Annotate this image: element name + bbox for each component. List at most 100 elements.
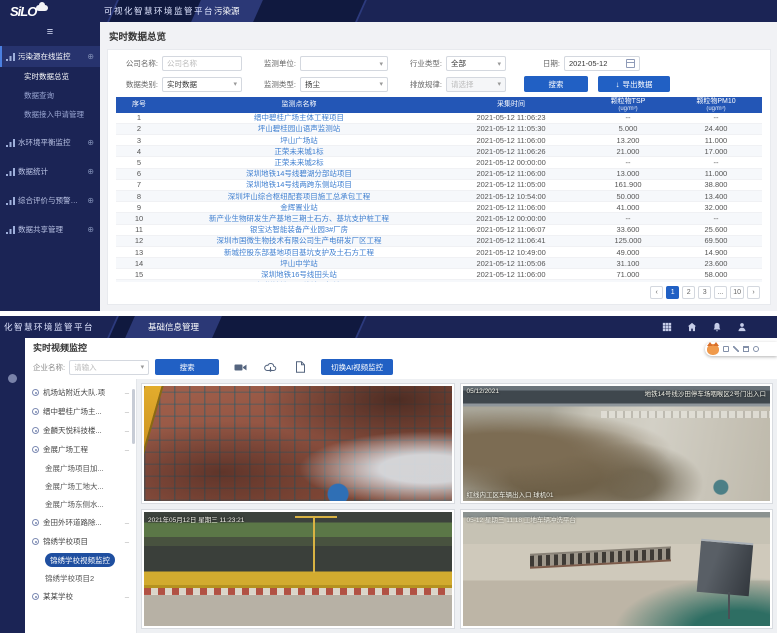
site-name-link[interactable]: 坪山广场站: [162, 135, 436, 146]
site-name-link[interactable]: 新城控股东部基地项目基坑支护及土石方工程: [162, 247, 436, 258]
tree-node[interactable]: 机场站附近大队.项–: [32, 383, 132, 402]
collect-time: 2021-05-12 11:05:06: [436, 259, 586, 268]
camera-node-icon: [32, 519, 39, 526]
prev-page-button[interactable]: ‹: [650, 286, 663, 299]
site-name-link[interactable]: 正荣未来城1标: [162, 146, 436, 157]
collapse-icon[interactable]: –: [125, 518, 132, 527]
collapse-icon[interactable]: –: [125, 407, 132, 416]
site-name-link[interactable]: 金辉置业站: [162, 202, 436, 213]
user-icon[interactable]: [737, 322, 747, 332]
sidebar-toggle-icon[interactable]: [8, 374, 17, 383]
expand-toggle-icon[interactable]: ⊕: [87, 196, 96, 205]
grid-menu-icon[interactable]: [662, 322, 672, 332]
site-name-link[interactable]: 深圳地铁16号线田头站: [162, 269, 436, 280]
tree-leaf[interactable]: 金展广场工地大...: [32, 477, 132, 495]
page-button[interactable]: 10: [730, 286, 744, 299]
table-row: 4正荣未来城1标2021-05-12 11:06:2621.00017.000: [116, 146, 762, 157]
search-button[interactable]: 搜索: [524, 76, 588, 92]
tree-leaf[interactable]: 金展广场项目加...: [32, 459, 132, 477]
row-index: 8: [116, 192, 162, 201]
tree-leaf[interactable]: 锦绣学校项目2: [32, 569, 132, 587]
tree-node[interactable]: 金展广场工程–: [32, 440, 132, 459]
next-page-button[interactable]: ›: [747, 286, 760, 299]
export-data-button[interactable]: ↓ 导出数据: [598, 76, 670, 92]
site-name-link[interactable]: 深圳地铁14号线两跨东侧站项目: [162, 179, 436, 190]
video-tile-3[interactable]: 2021年05月12日 星期三 11:23:21: [141, 509, 455, 630]
collapse-icon[interactable]: –: [125, 592, 132, 601]
capture-profile-icon[interactable]: [753, 346, 759, 352]
osd-location-text: 红线内工区车辆出入口 球机01: [467, 489, 554, 499]
expand-toggle-icon[interactable]: ⊕: [87, 138, 96, 147]
page-button[interactable]: 3: [698, 286, 711, 299]
filter-row-1: 公司名称: 监测单位: ▾ 行业类型:: [116, 56, 762, 71]
bar-chart-icon: [6, 197, 15, 205]
expand-toggle-icon[interactable]: ⊕: [87, 225, 96, 234]
tree-leaf[interactable]: 锦绣学校视频监控: [32, 551, 132, 569]
sidebar-group[interactable]: 水环境平衡监控⊕: [0, 132, 100, 153]
sidebar-subitem[interactable]: 实时数据总览: [0, 67, 100, 86]
site-name-link[interactable]: 正荣未来城2标: [162, 157, 436, 168]
sidebar-group[interactable]: 污染源在线监控⊕: [0, 46, 100, 67]
video-camera-icon[interactable]: [231, 360, 249, 375]
site-name-link[interactable]: 深圳坪山综合枢纽配套项目施工总承包工程: [162, 191, 436, 202]
collapse-icon[interactable]: –: [125, 388, 132, 397]
tree-node[interactable]: 某某学校–: [32, 587, 132, 606]
site-name-link[interactable]: 坪山中学站: [162, 258, 436, 269]
bell-icon[interactable]: [712, 322, 722, 332]
sidebar-group[interactable]: 综合评价与预警管理⊕: [0, 190, 100, 211]
video-tile-4[interactable]: 05-12 星期三 11:18 工地车辆冲洗平台: [460, 509, 774, 630]
video-tile-1[interactable]: [141, 383, 455, 504]
emission-rule-select[interactable]: 请选择 ▾: [446, 77, 506, 92]
expand-toggle-icon[interactable]: ⊕: [87, 167, 96, 176]
site-name-link[interactable]: 缙中碧桂广场主体工程项目: [162, 113, 436, 124]
sidebar-subitem[interactable]: 数据接入申请管理: [0, 105, 100, 124]
site-name-link[interactable]: 银宝达智能装备产业园3#厂房: [162, 224, 436, 235]
tree-node[interactable]: 金麟天悦科技楼...–: [32, 421, 132, 440]
tree-leaf[interactable]: 金展广场东侧水...: [32, 495, 132, 513]
tree-node[interactable]: 缙中碧桂广场主...–: [32, 402, 132, 421]
site-name-link[interactable]: 深圳地铁14号线碧湖分部站项目: [162, 168, 436, 179]
collect-time: 2021-05-12 11:06:07: [436, 225, 586, 234]
switch-ai-video-button[interactable]: 切换AI视频监控: [321, 359, 393, 375]
site-name-link[interactable]: 深圳市国微生物技术有限公司生产电研发厂区工程: [162, 235, 436, 246]
document-icon[interactable]: [291, 360, 309, 375]
column-unit: (ug/m³): [670, 106, 762, 113]
sidebar-subitem[interactable]: 数据查询: [0, 86, 100, 105]
tree-node[interactable]: 金田外环道路除...–: [32, 513, 132, 532]
sidebar-group[interactable]: 数据共享管理⊕: [0, 219, 100, 240]
company-select[interactable]: 请输入 ▾: [69, 360, 149, 375]
site-name-link[interactable]: 坪山碧桂园山语声监测站: [162, 123, 436, 134]
monitor-type-select[interactable]: 扬尘 ▾: [300, 77, 388, 92]
capture-camera-icon[interactable]: [723, 346, 729, 352]
fox-mascot-icon[interactable]: [707, 344, 719, 355]
expand-toggle-icon[interactable]: ⊕: [87, 52, 96, 61]
monitor-unit-select[interactable]: ▾: [300, 56, 388, 71]
industry-type-select[interactable]: 全部 ▾: [446, 56, 506, 71]
capture-window-icon[interactable]: [743, 346, 749, 352]
video-grid: 05/12/2021 地铁14号线沙田停车场咽喉区2号门出入口 红线内工区车辆出…: [137, 379, 777, 633]
capture-edit-icon[interactable]: [733, 346, 739, 352]
page-button[interactable]: 2: [682, 286, 695, 299]
cloud-download-icon[interactable]: [261, 360, 279, 375]
search-button[interactable]: 搜索: [155, 359, 219, 375]
home-icon[interactable]: [687, 322, 697, 332]
sidebar-group[interactable]: 数据统计⊕: [0, 161, 100, 182]
tab-basic-info[interactable]: 基础信息管理: [125, 316, 222, 338]
date-picker[interactable]: 2021-05-12: [564, 56, 640, 71]
video-tile-2[interactable]: 05/12/2021 地铁14号线沙田停车场咽喉区2号门出入口 红线内工区车辆出…: [460, 383, 774, 504]
page-button[interactable]: 1: [666, 286, 679, 299]
collapse-icon[interactable]: –: [125, 445, 132, 454]
page-ellipsis[interactable]: ...: [714, 286, 727, 299]
company-name-input[interactable]: [162, 56, 242, 71]
site-name-link[interactable]: 新产业生物研发生产基地三期土石方、基坑支护桩工程: [162, 213, 436, 224]
collapse-icon[interactable]: –: [125, 537, 132, 546]
column-header: 序号: [116, 101, 162, 109]
tsp-value: 31.100: [586, 259, 670, 268]
camera-node-icon: [32, 593, 39, 600]
data-category-select[interactable]: 实时数据 ▾: [162, 77, 242, 92]
tree-scrollbar[interactable]: [132, 389, 135, 444]
calendar-icon: [626, 59, 635, 68]
hamburger-icon[interactable]: ≡: [0, 26, 100, 42]
tree-node[interactable]: 锦绣学校项目–: [32, 532, 132, 551]
collapse-icon[interactable]: –: [125, 426, 132, 435]
